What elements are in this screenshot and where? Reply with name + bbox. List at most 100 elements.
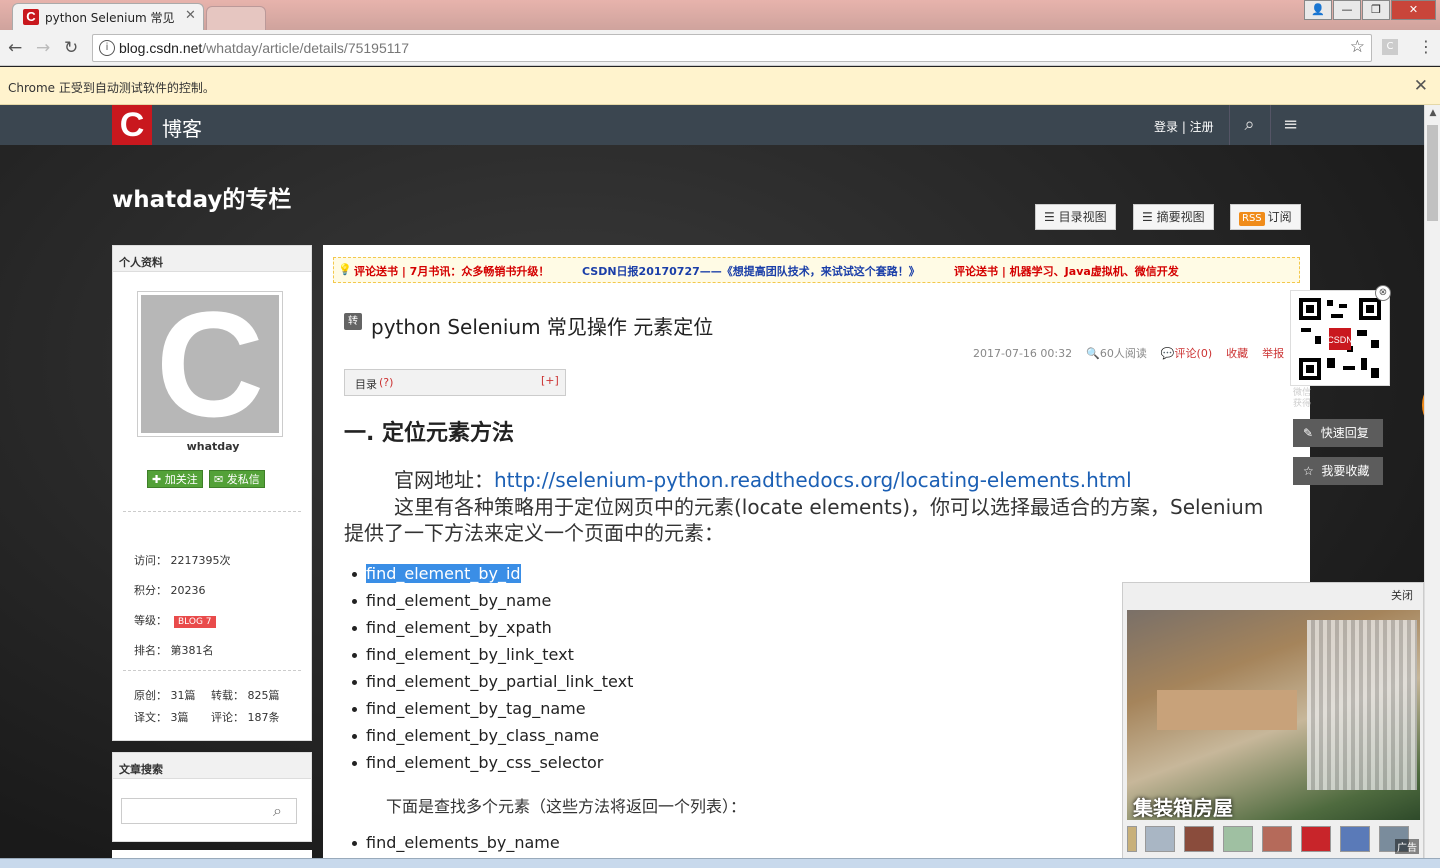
profile-panel: 个人资料 C whatday ✚ 加关注 ✉ 发私信 访问： 2217395次 … xyxy=(112,245,312,741)
tab-close-icon[interactable]: ✕ xyxy=(185,8,196,23)
restore-icon[interactable]: ❐ xyxy=(1362,0,1390,20)
blog-title[interactable]: whatday的专栏 xyxy=(112,180,291,214)
official-site-paragraph: 官网地址：http://selenium-python.readthedocs.… xyxy=(394,468,1132,492)
csdn-header: C 博客 登录 | 注册 ⌕ ≡ xyxy=(0,105,1424,145)
article-meta: 2017-07-16 00:32 🔍60人阅读 💬评论(0) 收藏 举报 xyxy=(973,345,1284,361)
window-close-icon[interactable]: ✕ xyxy=(1391,0,1436,20)
notice-link-2[interactable]: CSDN日报20170727——《想提高团队技术，来试试这个套路！》 xyxy=(582,263,920,279)
page-scrollbar[interactable]: ▲ xyxy=(1424,105,1440,868)
comment-link[interactable]: 评论(0) xyxy=(1175,347,1213,360)
site-info-icon[interactable]: i xyxy=(99,40,115,56)
scrollbar-thumb[interactable] xyxy=(1427,125,1438,221)
list-item: find_element_by_id xyxy=(351,560,633,587)
list-icon: ☰ xyxy=(1142,210,1157,224)
list-icon: ☰ xyxy=(1044,210,1059,224)
ad-thumbnail[interactable] xyxy=(1223,826,1253,852)
favorite-button[interactable]: ☆ 我要收藏 xyxy=(1293,457,1383,485)
url-bar[interactable]: i blog.csdn.net/whatday/article/details/… xyxy=(92,34,1372,62)
divider xyxy=(123,670,301,671)
login-register-link[interactable]: 登录 | 注册 xyxy=(1154,118,1214,135)
automation-infobar: Chrome 正受到自动测试软件的控制。 ✕ xyxy=(0,67,1440,105)
toc-expand-toggle[interactable]: [+] xyxy=(541,374,559,387)
ad-thumbnail[interactable] xyxy=(1340,826,1370,852)
bookmark-star-icon[interactable]: ☆ xyxy=(1350,37,1365,57)
ad-thumbnail[interactable] xyxy=(1184,826,1214,852)
search-icon[interactable]: ⌕ xyxy=(1229,105,1269,145)
points-stat: 积分： 20236 xyxy=(134,584,206,597)
csdn-logo[interactable]: C xyxy=(112,105,152,145)
article-search-input[interactable] xyxy=(121,798,297,824)
ad-image[interactable]: 集装箱房屋 xyxy=(1127,610,1420,820)
blog-nav-label[interactable]: 博客 xyxy=(162,113,202,142)
follow-button[interactable]: ✚ 加关注 xyxy=(147,470,203,488)
pencil-icon: ✎ xyxy=(1303,426,1314,440)
rank-stat: 排名： 第381名 xyxy=(134,644,214,657)
chrome-menu-icon[interactable]: ⋮ xyxy=(1418,37,1434,56)
intro-paragraph-line2: 提供了一下方法来定义一个页面中的元素： xyxy=(344,521,724,545)
report-link[interactable]: 举报 xyxy=(1262,347,1284,360)
quick-reply-button[interactable]: ✎ 快速回复 xyxy=(1293,419,1383,447)
profile-header: 个人资料 xyxy=(113,246,311,272)
scroll-up-icon[interactable]: ▲ xyxy=(1425,105,1440,121)
bunk-graphic xyxy=(1157,690,1297,730)
list-item: find_element_by_name xyxy=(351,587,633,614)
toc-view-button[interactable]: ☰ 目录视图 xyxy=(1035,204,1116,230)
forward-icon[interactable]: → xyxy=(36,38,50,58)
csdn-favicon-icon: C xyxy=(23,9,39,25)
list-item: find_element_by_tag_name xyxy=(351,695,633,722)
advertisement-popup: 关闭 集装箱房屋 广告 xyxy=(1122,582,1424,860)
infobar-close-icon[interactable]: ✕ xyxy=(1414,76,1428,96)
table-of-contents[interactable]: 目录 (?) [+] xyxy=(344,369,566,396)
intro-paragraph-line1: 这里有各种策略用于定位网页中的元素(locate elements)，你可以选择… xyxy=(394,495,1264,519)
comment-icon: 💬 xyxy=(1160,347,1175,360)
ad-thumbnail[interactable] xyxy=(1262,826,1292,852)
repost-stat: 转载： 825篇 xyxy=(211,689,280,702)
wechat-qr-code[interactable]: CSDN xyxy=(1290,290,1390,386)
article-title: python Selenium 常见操作 元素定位 xyxy=(371,315,714,339)
avatar[interactable]: C xyxy=(137,291,283,437)
qr-code-icon: CSDN xyxy=(1297,296,1383,382)
notice-link-3[interactable]: 评论送书 | 机器学习、Java虚拟机、微信开发 xyxy=(954,263,1179,279)
views-icon: 🔍 xyxy=(1086,347,1100,360)
subscribe-button[interactable]: RSS 订阅 xyxy=(1230,204,1301,230)
repost-tag: 转 xyxy=(344,313,362,330)
hamburger-menu-icon[interactable]: ≡ xyxy=(1270,105,1310,145)
back-icon[interactable]: ← xyxy=(8,38,22,58)
summary-view-button[interactable]: ☰ 摘要视图 xyxy=(1133,204,1214,230)
reload-icon[interactable]: ↻ xyxy=(64,38,78,58)
ad-close-button[interactable]: 关闭 xyxy=(1391,587,1413,603)
locator-methods-list: find_element_by_id find_element_by_name … xyxy=(351,560,633,776)
browser-tab-active[interactable]: C python Selenium 常见操 ✕ xyxy=(12,3,204,30)
url-text: blog.csdn.net/whatday/article/details/75… xyxy=(119,40,410,56)
message-button[interactable]: ✉ 发私信 xyxy=(209,470,265,488)
favorite-link[interactable]: 收藏 xyxy=(1226,347,1248,360)
os-taskbar xyxy=(0,858,1440,868)
comments-stat: 评论： 187条 xyxy=(211,711,280,724)
ad-thumbnail[interactable] xyxy=(1301,826,1331,852)
notice-link-1[interactable]: 评论送书 | 7月书讯：众多畅销书升级！ xyxy=(354,263,549,279)
divider xyxy=(123,511,301,512)
username[interactable]: whatday xyxy=(113,440,313,453)
toc-help-link[interactable]: (?) xyxy=(379,376,393,389)
read-count: 60人阅读 xyxy=(1099,347,1147,360)
docs-link[interactable]: http://selenium-python.readthedocs.org/l… xyxy=(494,468,1132,492)
ad-thumbnail[interactable] xyxy=(1145,826,1175,852)
search-icon[interactable]: ⌕ xyxy=(273,801,282,821)
translate-stat: 译文： 3篇 xyxy=(134,711,189,724)
user-icon[interactable]: 👤 xyxy=(1304,0,1332,20)
qr-close-icon[interactable]: ⊗ xyxy=(1375,285,1391,301)
multi-methods-list: find_elements_by_name xyxy=(352,829,560,856)
minimize-icon[interactable]: — xyxy=(1333,0,1361,20)
toc-label: 目录 xyxy=(355,378,377,391)
list-item: find_element_by_class_name xyxy=(351,722,633,749)
star-icon: ☆ xyxy=(1303,464,1314,478)
list-item: find_elements_by_name xyxy=(352,829,560,856)
article-search-panel: 文章搜索 ⌕ xyxy=(112,752,312,842)
qr-caption: 微信 获得 xyxy=(1293,388,1312,409)
list-item: find_element_by_link_text xyxy=(351,641,633,668)
browser-tab-new[interactable] xyxy=(206,6,266,30)
ad-thumbnail[interactable] xyxy=(1127,826,1137,852)
original-stat: 原创： 31篇 xyxy=(134,689,196,702)
tab-title: python Selenium 常见操 xyxy=(45,11,175,25)
csdn-extension-icon[interactable]: C xyxy=(1382,39,1398,55)
